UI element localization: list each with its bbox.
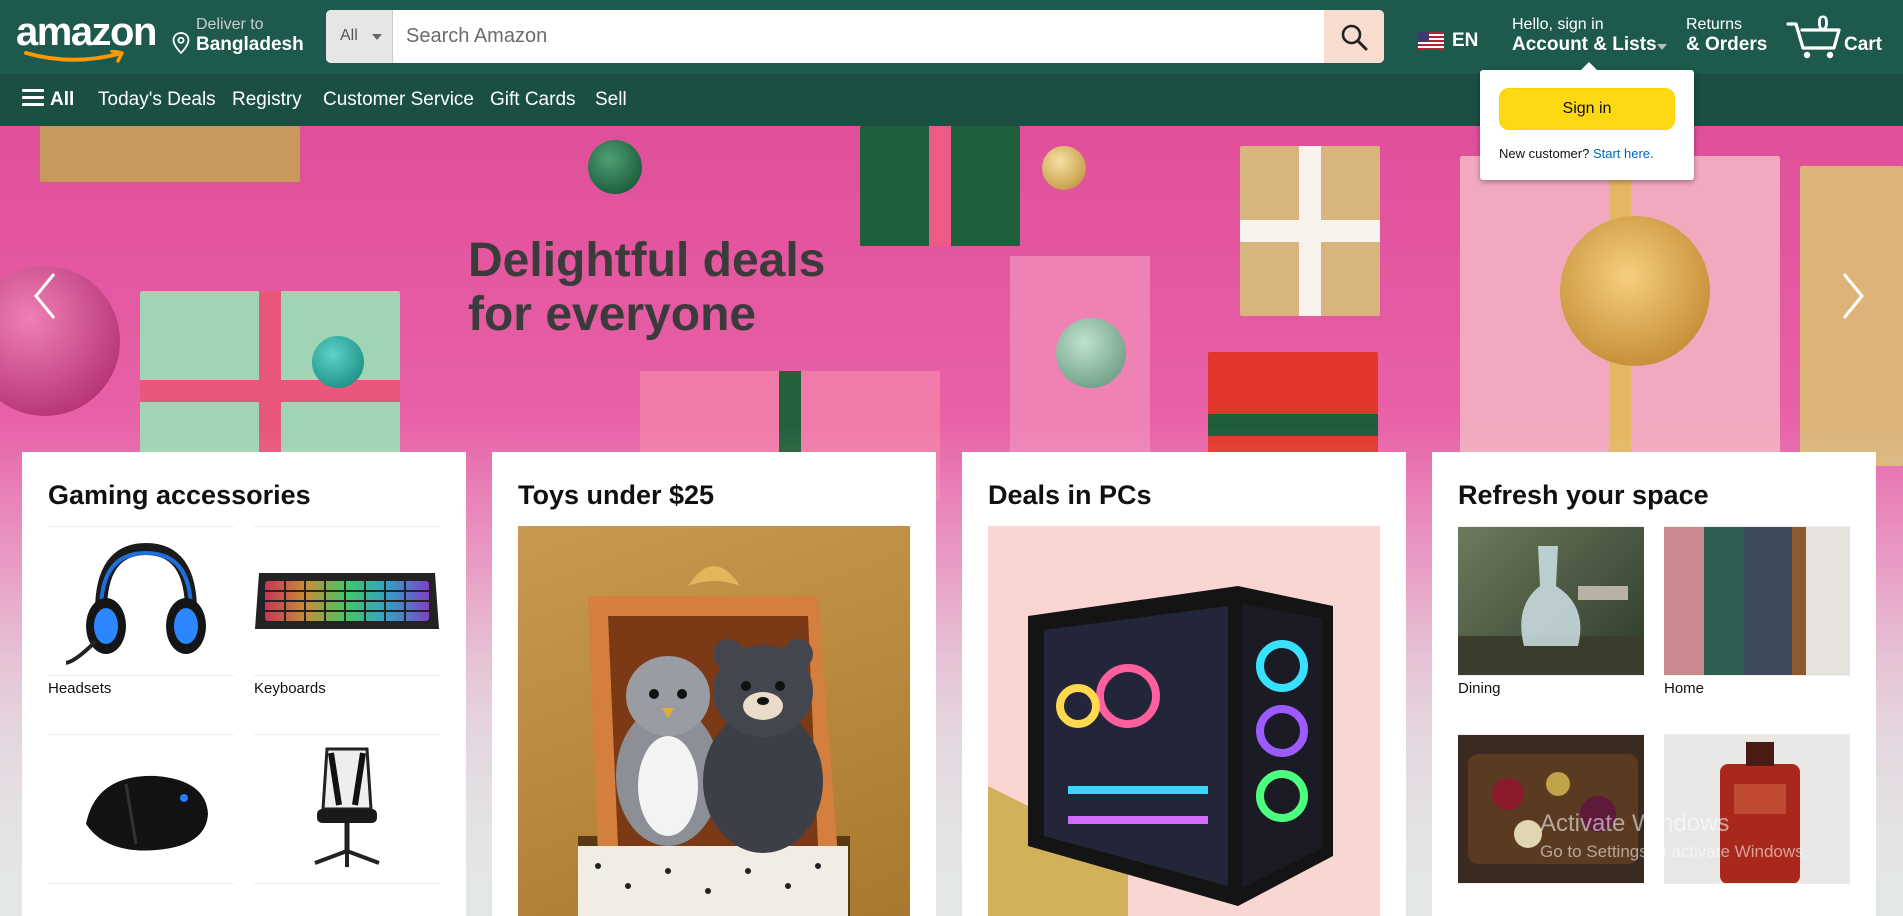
deliver-label: Deliver to (196, 16, 264, 33)
tile-caption: Headsets (48, 680, 112, 697)
nav-sell[interactable]: Sell (595, 89, 627, 111)
logo-smile-icon (24, 50, 124, 63)
search-button[interactable] (1324, 10, 1384, 63)
plush-toys-image[interactable] (518, 526, 910, 916)
nav-all-label: All (50, 89, 75, 110)
ornament-decoration (1056, 318, 1126, 388)
search-input[interactable] (393, 10, 1324, 63)
home-image (1664, 527, 1850, 675)
search-category-select[interactable]: All (326, 10, 393, 63)
card-title[interactable]: Gaming accessories (48, 480, 311, 511)
tile-keyboards[interactable]: Keyboards (254, 526, 440, 697)
ornament-decoration (1042, 146, 1086, 190)
windows-activation-watermark: Activate Windows Go to Settings to activ… (1540, 810, 1808, 862)
gift-box-decoration (40, 126, 300, 182)
watermark-title: Activate Windows (1540, 810, 1730, 837)
headset-icon (66, 542, 206, 665)
ornament-decoration (312, 336, 364, 388)
cart-count: 0 (1817, 12, 1829, 35)
card-title[interactable]: Toys under $25 (518, 480, 714, 511)
dining-image (1458, 546, 1644, 675)
watermark-subtitle: Go to Settings to activate Windows. (1540, 842, 1809, 861)
caret-down-icon (372, 34, 382, 40)
account-lists-label: Account & Lists (1512, 34, 1657, 55)
nav-todays-deals[interactable]: Today's Deals (98, 89, 216, 111)
gaming-pc-image[interactable] (988, 526, 1380, 916)
cart-label: Cart (1844, 34, 1883, 55)
hero-headline: Delightful deals for everyone (468, 234, 826, 341)
logo-text: amazon (16, 10, 157, 54)
search-category-label: All (340, 27, 358, 44)
carousel-next-button[interactable] (1838, 266, 1868, 326)
signin-button[interactable]: Sign in (1499, 88, 1675, 130)
account-greeting: Hello, sign in (1512, 16, 1604, 33)
tile-chairs[interactable] (254, 734, 440, 884)
gaming-pc-image (988, 586, 1333, 916)
card-title[interactable]: Deals in PCs (988, 480, 1152, 511)
carousel-prev-button[interactable] (30, 266, 60, 326)
start-here-link[interactable]: Start here. (1593, 146, 1654, 161)
chevron-left-icon (34, 273, 56, 319)
gaming-chair-icon (314, 747, 380, 867)
new-customer-text: New customer? Start here. (1499, 146, 1654, 161)
language-code: EN (1452, 30, 1479, 51)
location-pin-icon (172, 32, 190, 54)
search-bar: All (326, 10, 1384, 63)
card-gaming-accessories: Gaming accessories Headsets Keyboards (22, 452, 466, 916)
card-deals-in-pcs: Deals in PCs (962, 452, 1406, 916)
cart-link[interactable]: 0 Cart (1786, 10, 1896, 62)
tile-caption: Home (1664, 680, 1705, 697)
card-toys-under-25: Toys under $25 (492, 452, 936, 916)
signin-flyout: Sign in New customer? Start here. (1480, 62, 1694, 180)
tile-home[interactable]: Home (1664, 526, 1850, 697)
gift-box-decoration (860, 126, 1020, 246)
new-customer-label: New customer? (1499, 146, 1590, 161)
keyboard-icon (255, 573, 439, 629)
nav-customer-service[interactable]: Customer Service (323, 89, 474, 111)
orders-label: & Orders (1686, 34, 1768, 55)
gift-box-decoration (1240, 146, 1380, 316)
us-flag-icon (1418, 32, 1444, 50)
nav-all-menu[interactable]: All (22, 87, 74, 111)
returns-label: Returns (1686, 16, 1743, 33)
card-title[interactable]: Refresh your space (1458, 480, 1709, 511)
nav-registry[interactable]: Registry (232, 89, 302, 111)
top-header: amazon Deliver to Bangladesh All Search … (0, 0, 1903, 74)
tile-caption: Keyboards (254, 680, 326, 697)
deliver-country: Bangladesh (196, 34, 304, 55)
plush-toys-image (578, 566, 850, 916)
ornament-decoration (0, 266, 120, 416)
search-icon (1341, 24, 1368, 50)
hamburger-icon (22, 89, 44, 107)
tile-headsets[interactable]: Headsets (48, 526, 234, 697)
mouse-icon (86, 775, 208, 851)
amazon-logo[interactable]: amazon (16, 10, 157, 63)
flyout-notch (1580, 62, 1598, 71)
tile-mice[interactable] (48, 734, 234, 884)
tile-dining[interactable]: Dining (1458, 526, 1644, 697)
nav-gift-cards[interactable]: Gift Cards (490, 89, 576, 111)
gold-bow-decoration (1560, 216, 1710, 366)
tile-caption: Dining (1458, 680, 1501, 697)
chevron-right-icon (1842, 273, 1864, 319)
ornament-decoration (588, 140, 642, 194)
caret-down-icon (1657, 44, 1667, 50)
